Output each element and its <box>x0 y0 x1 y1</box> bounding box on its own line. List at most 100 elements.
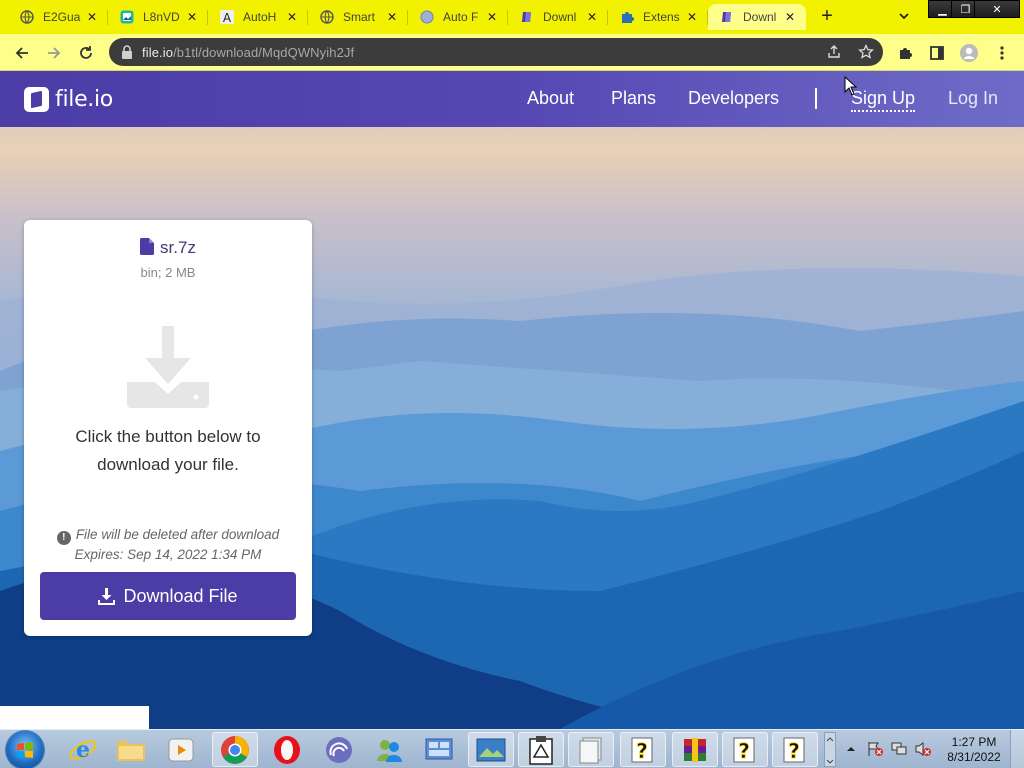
swirl-app-icon <box>326 736 352 763</box>
taskbar-control-panel[interactable] <box>416 732 462 767</box>
side-panel-button[interactable] <box>925 41 949 65</box>
puzzle-icon <box>620 10 634 24</box>
taskbar-scroll[interactable] <box>824 732 836 767</box>
letter-a-icon: A <box>220 10 234 24</box>
nav-plans-link[interactable]: Plans <box>611 88 656 109</box>
tab-close-icon[interactable]: ✕ <box>782 9 798 25</box>
tab-title: Downl <box>543 10 577 24</box>
chrome-icon <box>221 735 249 764</box>
taskbar-chrome[interactable] <box>212 732 258 767</box>
profile-button[interactable] <box>957 41 981 65</box>
menu-button[interactable] <box>990 41 1014 65</box>
tab-close-icon[interactable]: ✕ <box>84 9 100 25</box>
nav-signup-link[interactable]: Sign Up <box>851 88 916 112</box>
network-icon[interactable] <box>890 741 908 757</box>
svg-text:A: A <box>223 11 232 24</box>
tab-1[interactable]: E2Gua ✕ <box>8 4 108 30</box>
taskbar-unknown-1[interactable]: ? <box>620 732 666 767</box>
start-button[interactable] <box>6 731 44 768</box>
volume-muted-icon[interactable] <box>914 741 932 757</box>
control-panel-icon <box>425 738 453 759</box>
arrow-right-icon <box>48 47 61 59</box>
media-player-icon <box>168 738 194 761</box>
forward-button[interactable] <box>42 41 66 65</box>
taskbar-opera[interactable] <box>264 732 310 767</box>
tab-title: L8nVD <box>143 10 180 24</box>
tab-close-icon[interactable]: ✕ <box>584 9 600 25</box>
tab-title: AutoH <box>243 10 277 24</box>
nav-developers-link[interactable]: Developers <box>688 88 779 109</box>
action-center-flag-icon[interactable] <box>866 741 884 757</box>
svg-text:?: ? <box>788 739 800 763</box>
fileio-logo-icon <box>24 87 49 112</box>
taskbar-photo-viewer[interactable] <box>468 732 514 767</box>
browser-toolbar: file.io/b1tl/download/MqdQWNyih2Jf <box>0 34 1024 71</box>
help-document-icon: ? <box>783 737 805 763</box>
tab-8-active[interactable]: Downl ✕ <box>708 4 806 30</box>
site-logo[interactable]: file.io <box>24 87 113 112</box>
taskbar-ie[interactable]: e <box>60 732 106 767</box>
close-window-button[interactable]: ✕ <box>974 0 1020 18</box>
fileio-icon <box>720 10 734 24</box>
logo-text: file.io <box>55 87 113 112</box>
reload-button[interactable] <box>74 41 98 65</box>
winrar-icon <box>684 737 706 762</box>
taskbar-winrar[interactable] <box>672 732 718 767</box>
taskbar-explorer[interactable] <box>108 732 154 767</box>
lock-icon <box>122 45 132 59</box>
taskbar-users-app[interactable] <box>366 732 412 767</box>
side-panel-icon <box>930 46 944 60</box>
url-path: /b1tl/download/MqdQWNyih2Jf <box>173 45 355 60</box>
taskbar-unknown-3[interactable]: ? <box>772 732 818 767</box>
puzzle-icon <box>900 48 912 59</box>
show-hidden-icons-icon[interactable] <box>846 744 856 754</box>
clock-time: 1:27 PM <box>951 735 997 749</box>
show-desktop-button[interactable] <box>1010 730 1024 768</box>
tab-close-icon[interactable]: ✕ <box>184 9 200 25</box>
nav-about-link[interactable]: About <box>527 88 574 109</box>
file-meta: bin; 2 MB <box>140 265 196 280</box>
bookmark-star-icon[interactable] <box>858 44 874 60</box>
share-icon[interactable] <box>826 44 842 60</box>
tab-title: Extens <box>643 10 680 24</box>
tab-close-icon[interactable]: ✕ <box>484 9 500 25</box>
tab-4[interactable]: Smart ✕ <box>308 4 408 30</box>
taskbar-clock[interactable]: 1:27 PM 8/31/2022 <box>942 735 1006 765</box>
help-document-icon: ? <box>733 737 755 763</box>
mouse-cursor-icon <box>844 76 858 96</box>
download-file-button[interactable]: Download File <box>40 572 296 620</box>
taskbar-unknown-2[interactable]: ? <box>722 732 768 767</box>
help-document-icon: ? <box>631 737 653 763</box>
arrow-left-icon <box>15 47 28 59</box>
photo-viewer-icon <box>476 738 506 761</box>
clipboard-icon <box>529 735 553 765</box>
new-tab-button[interactable]: + <box>816 6 838 28</box>
windows-logo-icon <box>17 742 33 758</box>
tab-close-icon[interactable]: ✕ <box>384 9 400 25</box>
nav-login-link[interactable]: Log In <box>948 88 998 109</box>
expiry-notice: ! File will be deleted after download Exp… <box>24 525 312 565</box>
tab-5[interactable]: Auto F ✕ <box>408 4 508 30</box>
blank-overlay-box <box>0 706 149 729</box>
back-button[interactable] <box>10 41 34 65</box>
file-icon <box>140 238 155 255</box>
globe-icon <box>320 10 334 24</box>
tab-strip: E2Gua ✕ L8nVD ✕ A AutoH ✕ Smart ✕ Auto F… <box>0 0 1024 34</box>
tab-6[interactable]: Downl ✕ <box>508 4 608 30</box>
globe-icon <box>20 10 34 24</box>
taskbar-app-swirl[interactable] <box>316 732 362 767</box>
download-instruction: Click the button below to download your … <box>75 427 261 474</box>
tab-7[interactable]: Extens ✕ <box>608 4 708 30</box>
taskbar-media[interactable] <box>158 732 204 767</box>
tab-search-button[interactable] <box>894 8 914 26</box>
extensions-button[interactable] <box>894 41 918 65</box>
taskbar-files-app[interactable] <box>568 732 614 767</box>
address-bar[interactable]: file.io/b1tl/download/MqdQWNyih2Jf <box>109 38 883 66</box>
taskbar-clipboard-app[interactable] <box>518 732 564 767</box>
tab-3[interactable]: A AutoH ✕ <box>208 4 308 30</box>
tab-2[interactable]: L8nVD ✕ <box>108 4 208 30</box>
tab-close-icon[interactable]: ✕ <box>684 9 700 25</box>
nav-divider <box>815 88 817 109</box>
svg-text:e: e <box>76 737 90 763</box>
tab-close-icon[interactable]: ✕ <box>284 9 300 25</box>
